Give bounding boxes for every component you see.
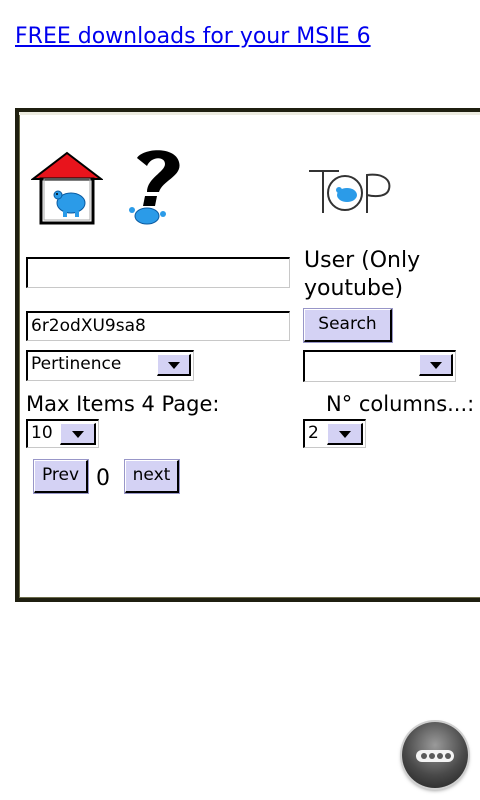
search-button[interactable]: Search [303, 308, 393, 343]
menu-dot [437, 753, 443, 759]
menu-dot [429, 753, 435, 759]
next-button[interactable]: next [124, 459, 180, 494]
top-icon[interactable] [305, 165, 395, 217]
chevron-down-icon[interactable] [419, 354, 453, 376]
max-items-select[interactable]: 10 [26, 419, 99, 448]
promo-link[interactable]: FREE downloads for your MSIE 6 [15, 24, 371, 49]
sort-select-value: Pertinence [31, 354, 122, 374]
chevron-down-icon[interactable] [327, 423, 363, 445]
user-select[interactable] [303, 350, 456, 382]
max-items-label: Max Items 4 Page: [26, 392, 220, 416]
sort-select[interactable]: Pertinence [26, 350, 194, 381]
home-icon[interactable] [31, 151, 103, 225]
columns-value: 2 [308, 423, 319, 443]
prev-button[interactable]: Prev [33, 459, 89, 494]
help-icon[interactable] [123, 148, 185, 226]
columns-select[interactable]: 2 [303, 419, 366, 448]
search-input[interactable] [26, 257, 290, 288]
user-label: User (Only youtube) [304, 248, 421, 301]
frame-shadow [19, 112, 480, 115]
max-items-value: 10 [31, 423, 53, 443]
page-number: 0 [96, 466, 110, 491]
menu-button[interactable] [402, 722, 468, 788]
chevron-down-icon[interactable] [157, 354, 191, 376]
query-input[interactable]: 6r2odXU9sa8 [26, 311, 290, 341]
menu-dot [445, 753, 451, 759]
chevron-down-icon[interactable] [60, 423, 96, 445]
columns-label: N° columns...: [326, 392, 475, 416]
menu-dot [421, 753, 427, 759]
